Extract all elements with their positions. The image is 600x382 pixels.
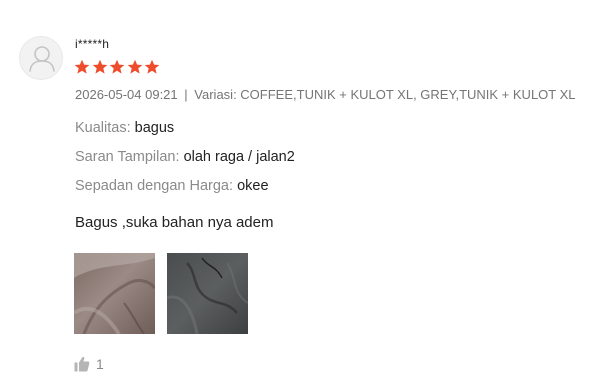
thumbs-up-icon <box>74 356 90 372</box>
user-avatar-icon <box>29 46 55 72</box>
attribute-value: bagus <box>134 120 175 136</box>
star-icon <box>74 59 90 75</box>
star-icon <box>144 59 160 75</box>
meta-separator: | <box>184 87 188 102</box>
fabric-photo-grey <box>167 253 248 334</box>
attribute-label: Saran Tampilan: <box>75 149 180 165</box>
review-timestamp: 2026-05-04 09:21 <box>75 87 178 102</box>
like-count: 1 <box>96 356 104 372</box>
attribute-quality: Kualitas: bagus <box>75 120 174 136</box>
attribute-value-for-money: Sepadan dengan Harga: okee <box>75 178 269 194</box>
review-comment: Bagus ,suka bahan nya adem <box>75 214 274 231</box>
star-icon <box>92 59 108 75</box>
attribute-usage: Saran Tampilan: olah raga / jalan2 <box>75 149 295 165</box>
avatar[interactable] <box>19 36 63 80</box>
attribute-value: olah raga / jalan2 <box>183 149 295 165</box>
attribute-label: Kualitas: <box>75 120 131 136</box>
like-button[interactable]: 1 <box>74 355 104 373</box>
attribute-label: Sepadan dengan Harga: <box>75 178 234 194</box>
review-photo-1[interactable] <box>74 253 155 334</box>
fabric-photo-brown <box>74 253 155 334</box>
review-photo-2[interactable] <box>167 253 248 334</box>
star-icon <box>127 59 143 75</box>
review-variation: Variasi: COFFEE,TUNIK + KULOT XL, GREY,T… <box>194 87 576 102</box>
review-meta: 2026-05-04 09:21 | Variasi: COFFEE,TUNIK… <box>75 87 576 102</box>
star-icon <box>109 59 125 75</box>
reviewer-username: i*****h <box>75 37 110 51</box>
star-rating <box>74 59 162 75</box>
attribute-value: okee <box>237 178 269 194</box>
